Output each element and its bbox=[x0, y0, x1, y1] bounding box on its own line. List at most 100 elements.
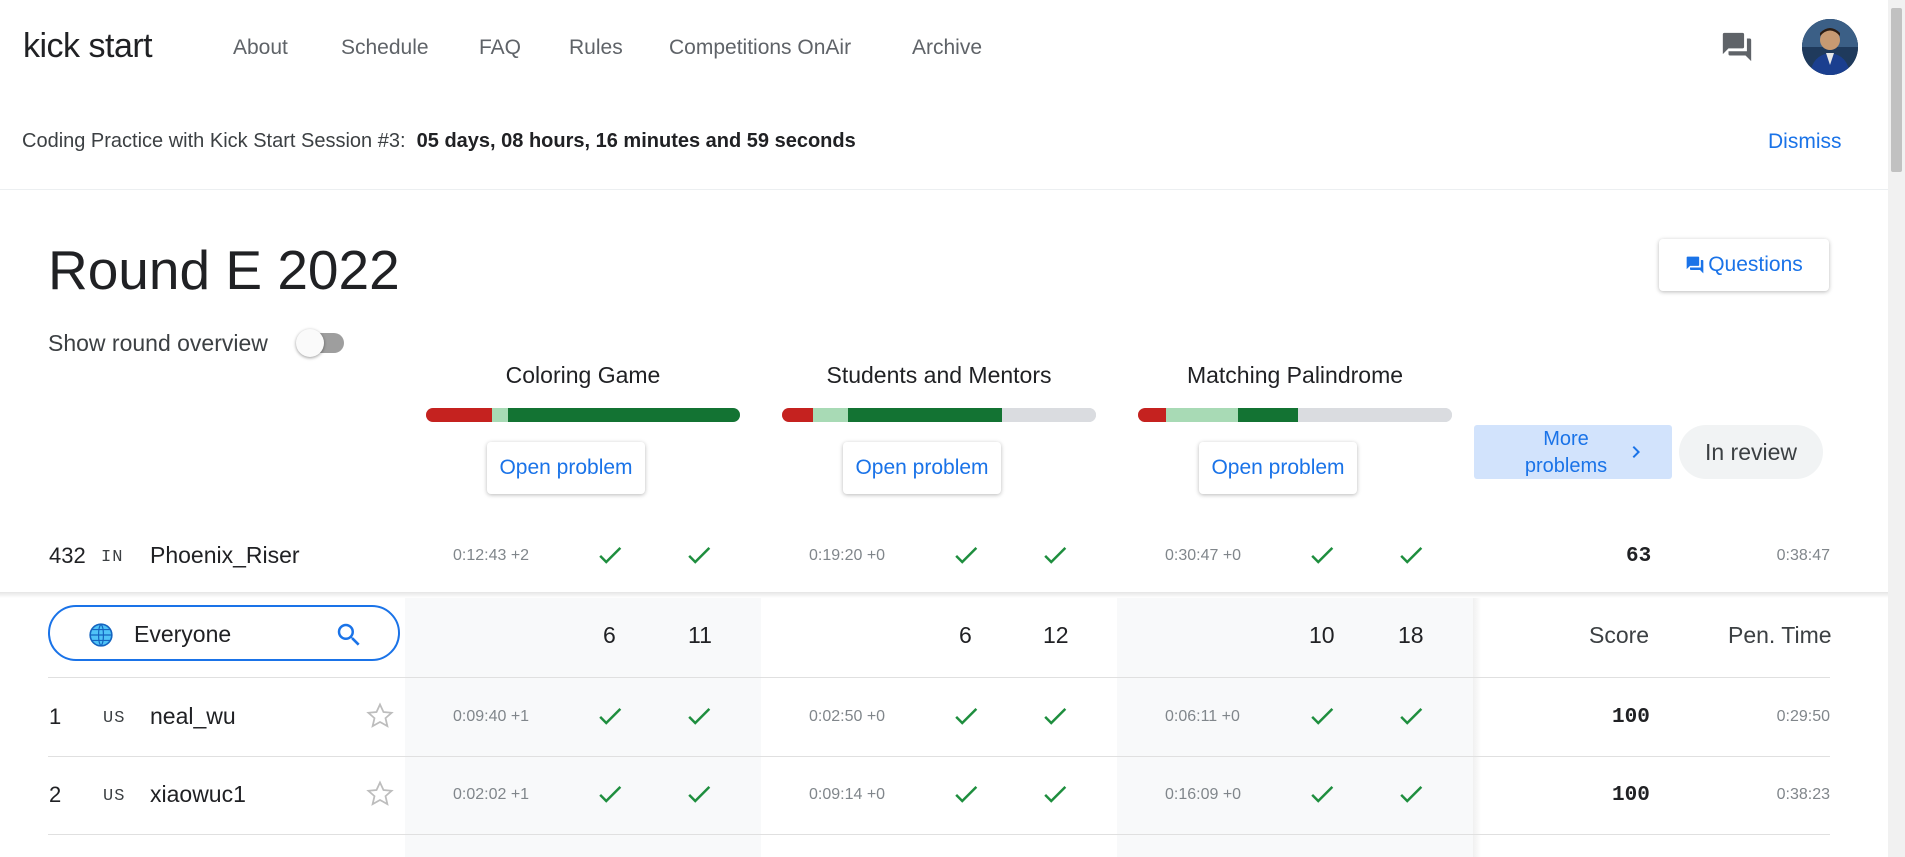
banner-countdown: 05 days, 08 hours, 16 minutes and 59 sec… bbox=[416, 130, 856, 152]
check-icon bbox=[1311, 707, 1334, 725]
own-time-problem-2: 0:19:20 +0 bbox=[809, 547, 886, 564]
nav-archive[interactable]: Archive bbox=[912, 36, 982, 60]
banner-label: Coding Practice with Kick Start Session … bbox=[22, 130, 406, 152]
check-icon bbox=[688, 785, 711, 803]
kick-start-logo[interactable]: kick start bbox=[23, 27, 153, 66]
search-icon[interactable] bbox=[334, 620, 364, 650]
questions-button[interactable]: Questions bbox=[1659, 239, 1829, 291]
star-icon[interactable] bbox=[365, 779, 395, 809]
submission-time: 0:06:11 +0 bbox=[1165, 708, 1240, 725]
nav-competitions-onair[interactable]: Competitions OnAir bbox=[669, 36, 851, 60]
attempts-count: 6 bbox=[959, 622, 972, 648]
avatar[interactable] bbox=[1802, 19, 1858, 75]
solve-stats-bar bbox=[426, 408, 740, 422]
nav-schedule[interactable]: Schedule bbox=[341, 36, 429, 60]
in-review-chip[interactable]: In review bbox=[1679, 425, 1823, 479]
check-icon bbox=[688, 546, 711, 564]
penalty-time: 0:38:23 bbox=[1776, 786, 1830, 803]
chevron-right-icon bbox=[1632, 446, 1640, 458]
round-overview-toggle[interactable] bbox=[296, 329, 348, 357]
submission-time: 0:09:40 +1 bbox=[453, 708, 530, 725]
check-icon bbox=[1044, 707, 1067, 725]
submission-time: 0:02:50 +0 bbox=[809, 708, 886, 725]
check-icon bbox=[1044, 546, 1067, 564]
forum-icon[interactable] bbox=[1720, 30, 1754, 64]
bar-segment-gray bbox=[1001, 408, 1096, 422]
questions-icon bbox=[1686, 256, 1704, 274]
open-problem-button[interactable]: Open problem bbox=[1199, 442, 1357, 494]
score: 100 bbox=[1612, 784, 1650, 807]
check-icon bbox=[1400, 546, 1423, 564]
check-icon bbox=[955, 546, 978, 564]
check-icon bbox=[599, 785, 622, 803]
filter-value: Everyone bbox=[134, 621, 232, 647]
attempts-count: 12 bbox=[1043, 622, 1069, 648]
round-title: Round E 2022 bbox=[48, 239, 400, 301]
check-icon bbox=[1400, 707, 1423, 725]
username[interactable]: neal_wu bbox=[150, 703, 236, 730]
bar-segment-light bbox=[491, 408, 508, 422]
bar-segment-green bbox=[847, 408, 1002, 422]
penalty-time: 0:29:50 bbox=[1776, 708, 1830, 725]
attempts-count: 10 bbox=[1309, 622, 1335, 648]
rank: 2 bbox=[49, 782, 62, 807]
scrollbar-thumb[interactable] bbox=[1891, 8, 1902, 172]
open-problem-button[interactable]: Open problem bbox=[487, 442, 645, 494]
overview-toggle-label: Show round overview bbox=[48, 330, 268, 356]
nav-rules[interactable]: Rules bbox=[569, 36, 623, 60]
more-problems-label: More problems bbox=[1524, 428, 1608, 477]
check-icon bbox=[688, 707, 711, 725]
open-problem-button[interactable]: Open problem bbox=[843, 442, 1001, 494]
bar-segment-red bbox=[782, 408, 814, 422]
nav-about[interactable]: About bbox=[233, 36, 288, 60]
bar-segment-green bbox=[1238, 408, 1299, 422]
check-icon bbox=[955, 785, 978, 803]
username[interactable]: xiaowuc1 bbox=[150, 781, 246, 808]
more-problems-button[interactable]: More problems bbox=[1474, 425, 1672, 479]
bar-segment-red bbox=[1138, 408, 1167, 422]
own-time-problem-3: 0:30:47 +0 bbox=[1165, 547, 1242, 564]
score-column-header[interactable]: Score bbox=[1589, 622, 1649, 649]
participant-filter[interactable]: Everyone bbox=[48, 605, 400, 661]
check-icon bbox=[599, 546, 622, 564]
solve-stats-bar bbox=[782, 408, 1096, 422]
own-time-problem-1: 0:12:43 +2 bbox=[453, 547, 530, 564]
dismiss-button[interactable]: Dismiss bbox=[1768, 130, 1842, 154]
attempts-count: 11 bbox=[688, 622, 712, 648]
questions-label: Questions bbox=[1708, 253, 1803, 276]
submission-time: 0:02:02 +1 bbox=[453, 786, 530, 803]
own-rank: 432 bbox=[49, 543, 86, 568]
own-standing-row: 432 IN Phoenix_Riser 0:12:43 +2 0:19:20 … bbox=[0, 516, 1830, 594]
check-icon bbox=[1311, 785, 1334, 803]
own-username[interactable]: Phoenix_Riser bbox=[150, 542, 300, 569]
bar-segment-gray bbox=[1298, 408, 1452, 422]
submission-time: 0:16:09 +0 bbox=[1165, 786, 1242, 803]
bar-segment-green bbox=[507, 408, 740, 422]
problem-title-coloring-game: Coloring Game bbox=[505, 362, 661, 388]
practice-session-banner: Coding Practice with Kick Start Session … bbox=[22, 130, 856, 153]
check-icon bbox=[1044, 785, 1067, 803]
page-scrollbar[interactable] bbox=[1888, 0, 1905, 857]
bar-segment-light bbox=[1166, 408, 1239, 422]
banner-divider bbox=[0, 189, 1888, 190]
problem-title-matching-palindrome: Matching Palindrome bbox=[1186, 362, 1404, 388]
star-icon[interactable] bbox=[365, 701, 395, 731]
score: 100 bbox=[1612, 706, 1650, 729]
attempts-count: 6 bbox=[603, 622, 616, 648]
table-row[interactable]: 2 US xiaowuc1 0:02:02 +1 0:09:14 +0 0:16… bbox=[0, 757, 1830, 835]
own-score: 63 bbox=[1626, 545, 1652, 568]
table-row[interactable]: 1 US neal_wu 0:09:40 +1 0:02:50 +0 0:06:… bbox=[0, 678, 1830, 756]
sticky-row-shadow bbox=[0, 592, 1888, 598]
solve-stats-bar bbox=[1138, 408, 1452, 422]
own-country: IN bbox=[101, 548, 124, 567]
attempts-count: 18 bbox=[1398, 622, 1424, 648]
rank: 1 bbox=[49, 704, 62, 729]
nav-faq[interactable]: FAQ bbox=[479, 36, 521, 60]
check-icon bbox=[955, 707, 978, 725]
problem-title-students-and-mentors: Students and Mentors bbox=[826, 362, 1052, 388]
bar-segment-red bbox=[426, 408, 492, 422]
penalty-time-column-header[interactable]: Pen. Time bbox=[1728, 622, 1832, 649]
check-icon bbox=[599, 707, 622, 725]
country-code: US bbox=[103, 709, 126, 728]
country-code: US bbox=[103, 787, 126, 806]
